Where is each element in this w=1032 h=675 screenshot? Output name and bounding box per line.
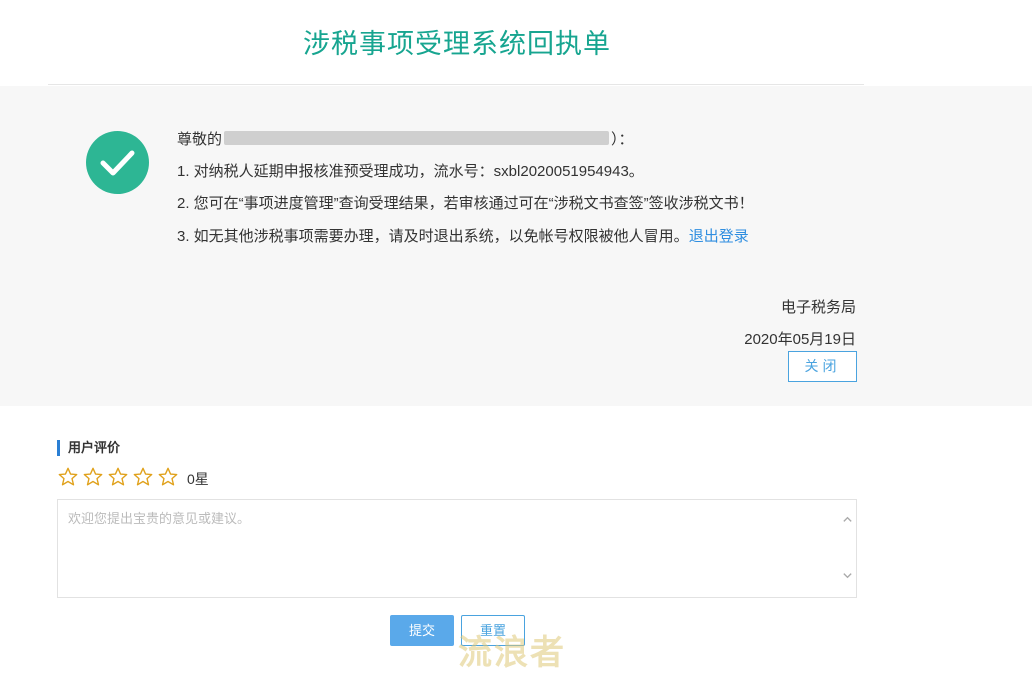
feedback-section-title: 用户评价 (57, 440, 120, 456)
scroll-down-icon[interactable] (842, 570, 853, 581)
feedback-scrollbar[interactable] (839, 500, 856, 597)
check-circle-icon (86, 131, 149, 194)
receipt-line-2: 2. 您可在“事项进度管理”查询受理结果，若审核通过可在“涉税文书查签”签收涉税… (177, 195, 754, 212)
star-3-icon[interactable] (107, 466, 129, 488)
reset-button[interactable]: 重置 (461, 615, 525, 646)
greeting-suffix: ）： (611, 131, 634, 148)
star-rating[interactable] (57, 466, 182, 488)
page-title: 涉税事项受理系统回执单 (303, 29, 611, 59)
greeting-line: 尊敬的 ）： (177, 128, 634, 149)
receipt-line-1: 1. 对纳税人延期申报核准预受理成功，流水号：sxbl2020051954943… (177, 163, 644, 180)
logout-link[interactable]: 退出登录 (689, 228, 749, 245)
receipt-line-3-text: 3. 如无其他涉税事项需要办理，请及时退出系统，以免帐号权限被他人冒用。 (177, 228, 689, 245)
star-2-icon[interactable] (82, 466, 104, 488)
issuer-name: 电子税务局 (780, 299, 856, 316)
rating-count: 0星 (187, 471, 209, 487)
star-4-icon[interactable] (132, 466, 154, 488)
star-5-icon[interactable] (157, 466, 179, 488)
star-1-icon[interactable] (57, 466, 79, 488)
redacted-taxpayer-name (224, 131, 610, 145)
title-divider (48, 84, 864, 85)
receipt-line-3: 3. 如无其他涉税事项需要办理，请及时退出系统，以免帐号权限被他人冒用。退出登录 (177, 225, 749, 246)
close-button[interactable]: 关闭 (788, 351, 857, 382)
receipt-date: 2020年05月19日 (744, 331, 856, 348)
submit-button[interactable]: 提交 (390, 615, 454, 646)
greeting-prefix: 尊敬的 (177, 131, 223, 148)
feedback-textarea[interactable] (57, 499, 857, 598)
scroll-up-icon[interactable] (842, 514, 853, 525)
